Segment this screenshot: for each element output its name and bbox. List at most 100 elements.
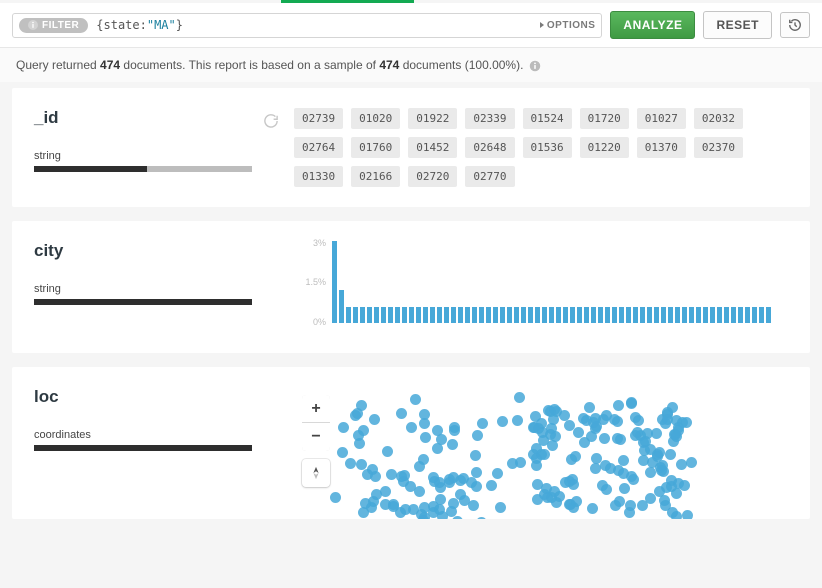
- map-point[interactable]: [437, 511, 448, 519]
- map-point[interactable]: [419, 418, 430, 429]
- map-point[interactable]: [410, 394, 421, 405]
- chart-bar[interactable]: [640, 307, 645, 323]
- chart-bar[interactable]: [465, 307, 470, 323]
- chart-bar[interactable]: [731, 307, 736, 323]
- map-point[interactable]: [626, 398, 637, 409]
- map-point[interactable]: [564, 420, 575, 431]
- chart-bar[interactable]: [556, 307, 561, 323]
- map-point[interactable]: [514, 392, 525, 403]
- map-point[interactable]: [531, 460, 542, 471]
- map-point[interactable]: [539, 489, 550, 500]
- chart-bar[interactable]: [416, 307, 421, 323]
- chart-bar[interactable]: [647, 307, 652, 323]
- map-point[interactable]: [549, 486, 560, 497]
- map-point[interactable]: [588, 417, 599, 428]
- map-point[interactable]: [486, 480, 497, 491]
- map-point[interactable]: [406, 422, 417, 433]
- map-point[interactable]: [434, 477, 445, 488]
- chart-bar[interactable]: [339, 290, 344, 323]
- chart-bar[interactable]: [549, 307, 554, 323]
- chart-bar[interactable]: [346, 307, 351, 323]
- map-point[interactable]: [418, 515, 429, 519]
- map-point[interactable]: [447, 439, 458, 450]
- history-button[interactable]: [780, 12, 810, 38]
- refresh-icon[interactable]: [264, 114, 278, 133]
- map-point[interactable]: [538, 435, 549, 446]
- chart-bar[interactable]: [458, 307, 463, 323]
- map-point[interactable]: [396, 471, 407, 482]
- map-point[interactable]: [566, 454, 577, 465]
- map-point[interactable]: [638, 455, 649, 466]
- sample-value-tag[interactable]: 01922: [408, 108, 457, 129]
- chart-bar[interactable]: [724, 307, 729, 323]
- map-point[interactable]: [354, 438, 365, 449]
- map-point[interactable]: [628, 474, 639, 485]
- map-point[interactable]: [420, 432, 431, 443]
- map-point[interactable]: [380, 486, 391, 497]
- map-point[interactable]: [679, 480, 690, 491]
- map-point[interactable]: [497, 416, 508, 427]
- map-point[interactable]: [618, 455, 629, 466]
- info-icon[interactable]: [529, 60, 541, 72]
- chart-bar[interactable]: [402, 307, 407, 323]
- map-point[interactable]: [599, 433, 610, 444]
- chart-bar[interactable]: [444, 307, 449, 323]
- map-point[interactable]: [651, 428, 662, 439]
- chart-bar[interactable]: [367, 307, 372, 323]
- chart-bar[interactable]: [668, 307, 673, 323]
- map-point[interactable]: [370, 471, 381, 482]
- sample-value-tag[interactable]: 01220: [580, 137, 629, 158]
- map-point[interactable]: [414, 486, 425, 497]
- map-point[interactable]: [615, 434, 626, 445]
- reset-button[interactable]: RESET: [703, 11, 772, 39]
- chart-bar[interactable]: [353, 307, 358, 323]
- map-point[interactable]: [436, 434, 447, 445]
- chart-bar[interactable]: [703, 307, 708, 323]
- map-point[interactable]: [449, 425, 460, 436]
- map-point[interactable]: [495, 502, 506, 513]
- map-point[interactable]: [345, 458, 356, 469]
- map-point[interactable]: [601, 484, 612, 495]
- map-point[interactable]: [371, 489, 382, 500]
- chart-bar[interactable]: [332, 241, 337, 323]
- options-toggle[interactable]: OPTIONS: [540, 20, 596, 31]
- map-point[interactable]: [686, 457, 697, 468]
- map-point[interactable]: [614, 496, 625, 507]
- map-point[interactable]: [477, 418, 488, 429]
- map-point[interactable]: [369, 414, 380, 425]
- map-zoom-out-button[interactable]: −: [302, 423, 330, 451]
- map-point[interactable]: [571, 496, 582, 507]
- map-point[interactable]: [338, 422, 349, 433]
- map-point[interactable]: [667, 507, 678, 518]
- map-point[interactable]: [471, 467, 482, 478]
- sample-value-tag[interactable]: 02720: [408, 166, 457, 187]
- sample-value-tag[interactable]: 01020: [351, 108, 400, 129]
- sample-value-tag[interactable]: 01452: [408, 137, 457, 158]
- chart-bar[interactable]: [570, 307, 575, 323]
- map-point[interactable]: [330, 492, 341, 503]
- map-point[interactable]: [352, 408, 363, 419]
- map-point[interactable]: [396, 408, 407, 419]
- map-point[interactable]: [468, 500, 479, 511]
- map-point[interactable]: [337, 447, 348, 458]
- chart-bar[interactable]: [689, 307, 694, 323]
- map-point[interactable]: [645, 467, 656, 478]
- map-point[interactable]: [418, 454, 429, 465]
- map-point[interactable]: [567, 474, 578, 485]
- map-point[interactable]: [382, 446, 393, 457]
- chart-bar[interactable]: [710, 307, 715, 323]
- map-point[interactable]: [590, 463, 601, 474]
- chart-bar[interactable]: [717, 307, 722, 323]
- chart-bar[interactable]: [423, 307, 428, 323]
- sample-value-tag[interactable]: 01536: [523, 137, 572, 158]
- analyze-button[interactable]: ANALYZE: [610, 11, 695, 39]
- chart-bar[interactable]: [381, 307, 386, 323]
- chart-bar[interactable]: [626, 307, 631, 323]
- map-point[interactable]: [668, 436, 679, 447]
- sample-value-tag[interactable]: 01370: [637, 137, 686, 158]
- sample-value-tag[interactable]: 02648: [465, 137, 514, 158]
- map-point[interactable]: [435, 494, 446, 505]
- map-compass-button[interactable]: [302, 459, 330, 487]
- chart-bar[interactable]: [766, 307, 771, 323]
- map-point[interactable]: [356, 459, 367, 470]
